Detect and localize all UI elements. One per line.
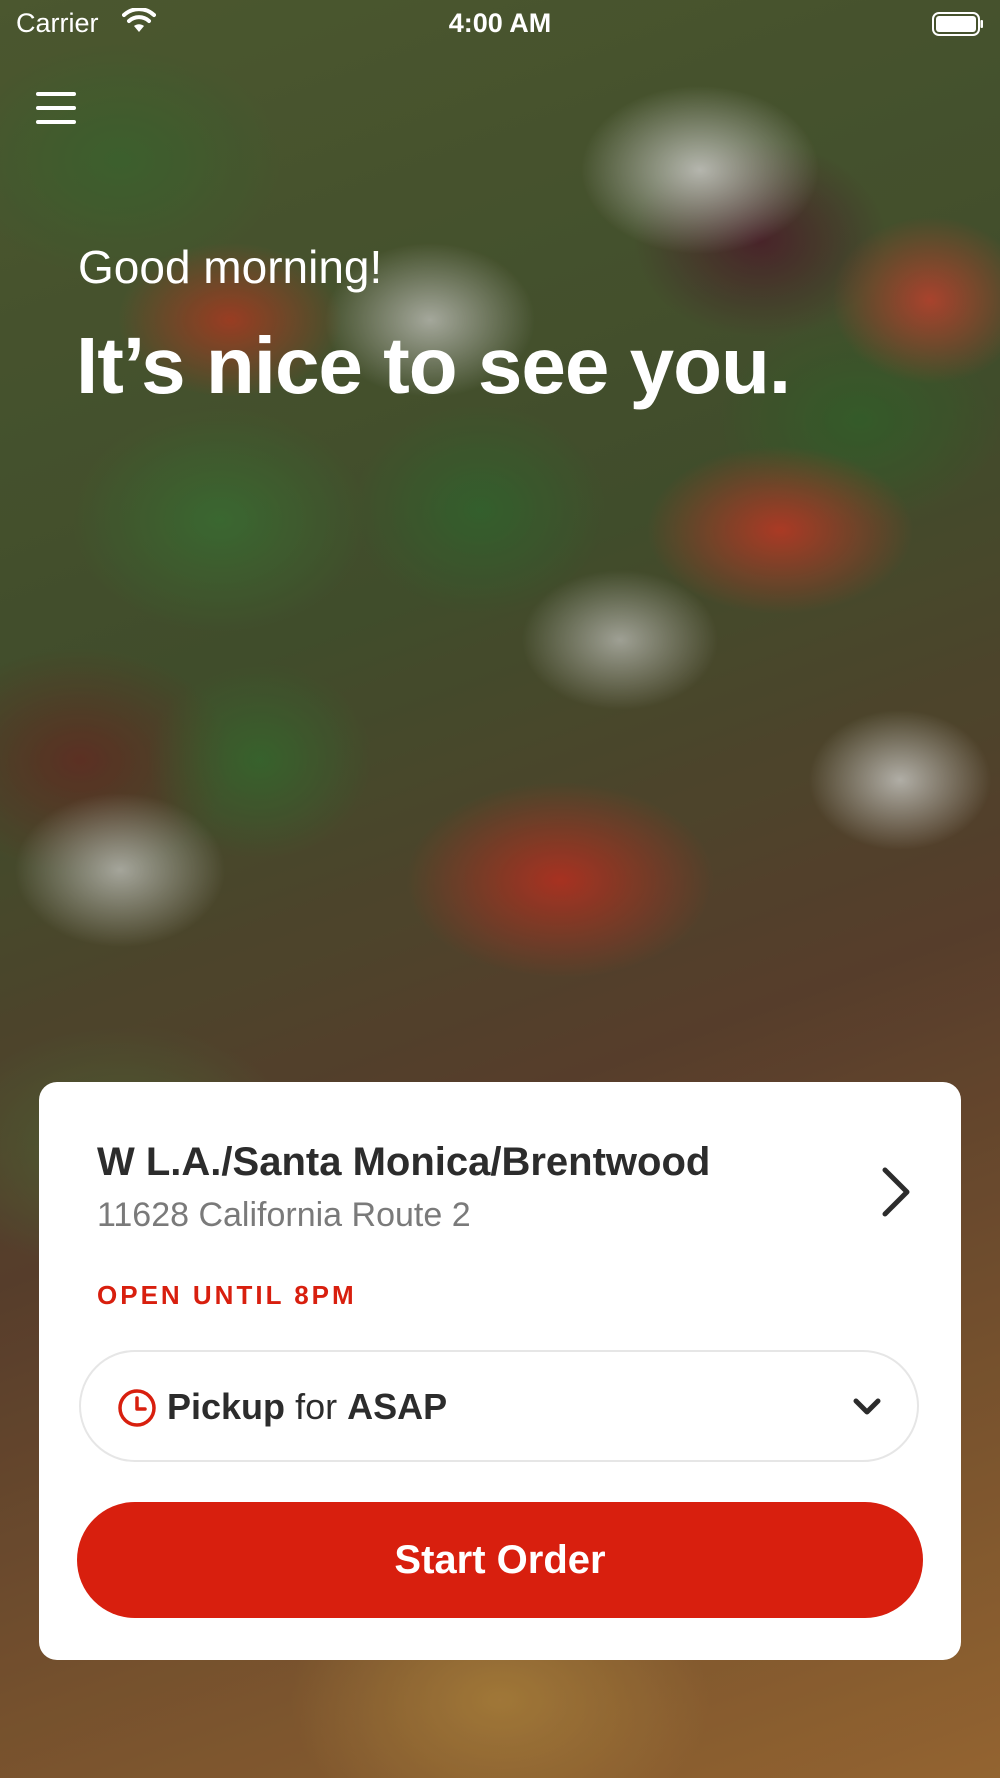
menu-line [36, 120, 76, 124]
location-name[interactable]: W L.A./Santa Monica/Brentwood [97, 1140, 710, 1185]
greeting-title: It’s nice to see you. [76, 321, 791, 410]
menu-line [36, 106, 76, 110]
order-mode-type: Pickup [167, 1386, 286, 1427]
order-mode-connector: for [295, 1386, 338, 1427]
order-mode-selector[interactable]: Pickup for ASAP [79, 1350, 919, 1462]
hamburger-menu-icon[interactable] [36, 92, 80, 132]
chevron-right-icon[interactable] [875, 1164, 915, 1220]
greeting-subtitle: Good morning! [78, 241, 383, 293]
chevron-down-icon [853, 1398, 881, 1415]
menu-line [36, 92, 76, 96]
location-address: 11628 California Route 2 [97, 1196, 471, 1234]
status-bar: Carrier 4:00 AM [0, 0, 1000, 50]
order-mode-text: Pickup for ASAP [167, 1386, 447, 1428]
order-mode-time: ASAP [347, 1386, 448, 1427]
clock-time: 4:00 AM [448, 8, 552, 38]
location-card: W L.A./Santa Monica/Brentwood 11628 Cali… [39, 1082, 961, 1660]
clock-icon [118, 1389, 156, 1427]
battery-icon [932, 12, 983, 36]
start-order-button[interactable]: Start Order [77, 1502, 923, 1618]
open-status-label: OPEN UNTIL 8PM [97, 1280, 357, 1310]
